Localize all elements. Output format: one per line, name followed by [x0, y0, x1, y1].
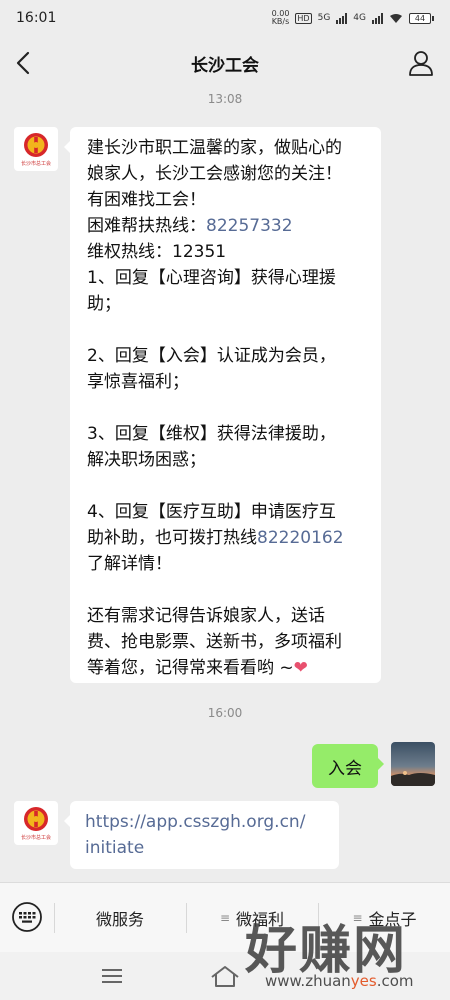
message-line: 维权热线：12351: [87, 242, 227, 262]
welcome-message-bubble[interactable]: 建长沙市职工温馨的家，做贴心的 娘家人，长沙工会感谢您的关注！ 有困难找工会！ 困难帮…: [64, 127, 381, 683]
timestamp-label: 13:08: [207, 92, 243, 106]
nav-bar: 长沙工会: [0, 36, 450, 90]
menu-item-micro-service[interactable]: 微服务: [55, 883, 185, 953]
avatar-logo-text: 长沙市总工会: [20, 834, 51, 841]
heart-icon: ❤: [293, 658, 308, 678]
profile-icon[interactable]: [406, 48, 436, 78]
sunset-photo: [391, 742, 435, 786]
message-line: 困难帮扶热线：82257332: [87, 216, 293, 236]
message-line: 2、回复【入会】认证成为会员，: [87, 346, 336, 366]
page-title: 长沙工会: [191, 55, 259, 76]
reply-link-line[interactable]: initiate: [85, 835, 339, 861]
union-logo-icon: [24, 806, 48, 831]
message-line: 解决职场困惑；: [87, 450, 206, 470]
back-arrow-icon[interactable]: [10, 48, 40, 78]
message-line: 4、回复【医疗互助】申请医疗互: [87, 502, 336, 522]
hd-badge: HD: [295, 12, 312, 24]
user-avatar[interactable]: [391, 742, 435, 786]
user-message-text: 入会: [328, 758, 362, 779]
watermark: 好赚网 www.zhuanyes.com: [225, 900, 450, 1000]
keyboard-icon[interactable]: [10, 900, 44, 934]
official-account-avatar[interactable]: 长沙市总工会: [14, 801, 58, 845]
message-line: 1、回复【心理咨询】获得心理援: [87, 268, 336, 288]
message-line: 3、回复【维权】获得法律援助，: [87, 424, 336, 444]
wifi-icon: [390, 13, 402, 23]
official-account-avatar[interactable]: 长沙市总工会: [14, 127, 58, 171]
reply-link-line[interactable]: https://app.csszgh.org.cn/: [85, 809, 339, 835]
signal-5g-label: 5G: [317, 13, 331, 23]
phone-link[interactable]: 82257332: [206, 216, 293, 236]
message-line: 等着您，记得常来看看哟 ~❤: [87, 658, 308, 678]
signal-5g-icon: [336, 12, 348, 24]
message-line: 建长沙市职工温馨的家，做贴心的: [87, 138, 342, 158]
battery-icon: 44: [409, 12, 434, 24]
union-logo-icon: [24, 132, 48, 157]
menu-icon[interactable]: [100, 966, 124, 986]
message-line: 享惊喜福利；: [87, 372, 189, 392]
status-time: 16:01: [16, 10, 57, 26]
message-line: 助；: [87, 294, 121, 314]
net-speed: 0.00 KB/s: [271, 9, 290, 26]
message-line: 有困难找工会！: [87, 190, 206, 210]
message-line: 娘家人，长沙工会感谢您的关注！: [87, 164, 342, 184]
timestamp-label: 16:00: [207, 706, 243, 720]
menu-item-label: 微服务: [95, 910, 144, 929]
signal-4g-label: 4G: [353, 13, 366, 23]
battery-level: 44: [409, 12, 431, 24]
message-line: 了解详情！: [87, 554, 172, 574]
status-icons: 0.00 KB/s HD 5G 4G 44: [272, 10, 434, 26]
watermark-url: www.zhuanyes.com: [265, 972, 414, 990]
phone-link[interactable]: 82220162: [257, 528, 344, 548]
message-line: 费、抢电影票、送新书，多项福利: [87, 632, 342, 652]
message-line: 还有需求记得告诉娘家人，送话: [87, 606, 325, 626]
avatar-logo-text: 长沙市总工会: [20, 160, 51, 167]
user-message-bubble[interactable]: 入会: [312, 744, 384, 788]
message-line: 助补助，也可拨打热线82220162: [87, 528, 344, 548]
signal-4g-icon: [372, 12, 383, 24]
reply-link-bubble[interactable]: https://app.csszgh.org.cn/ initiate: [64, 801, 339, 869]
status-bar: 16:01 0.00 KB/s HD 5G 4G 44: [0, 0, 450, 36]
